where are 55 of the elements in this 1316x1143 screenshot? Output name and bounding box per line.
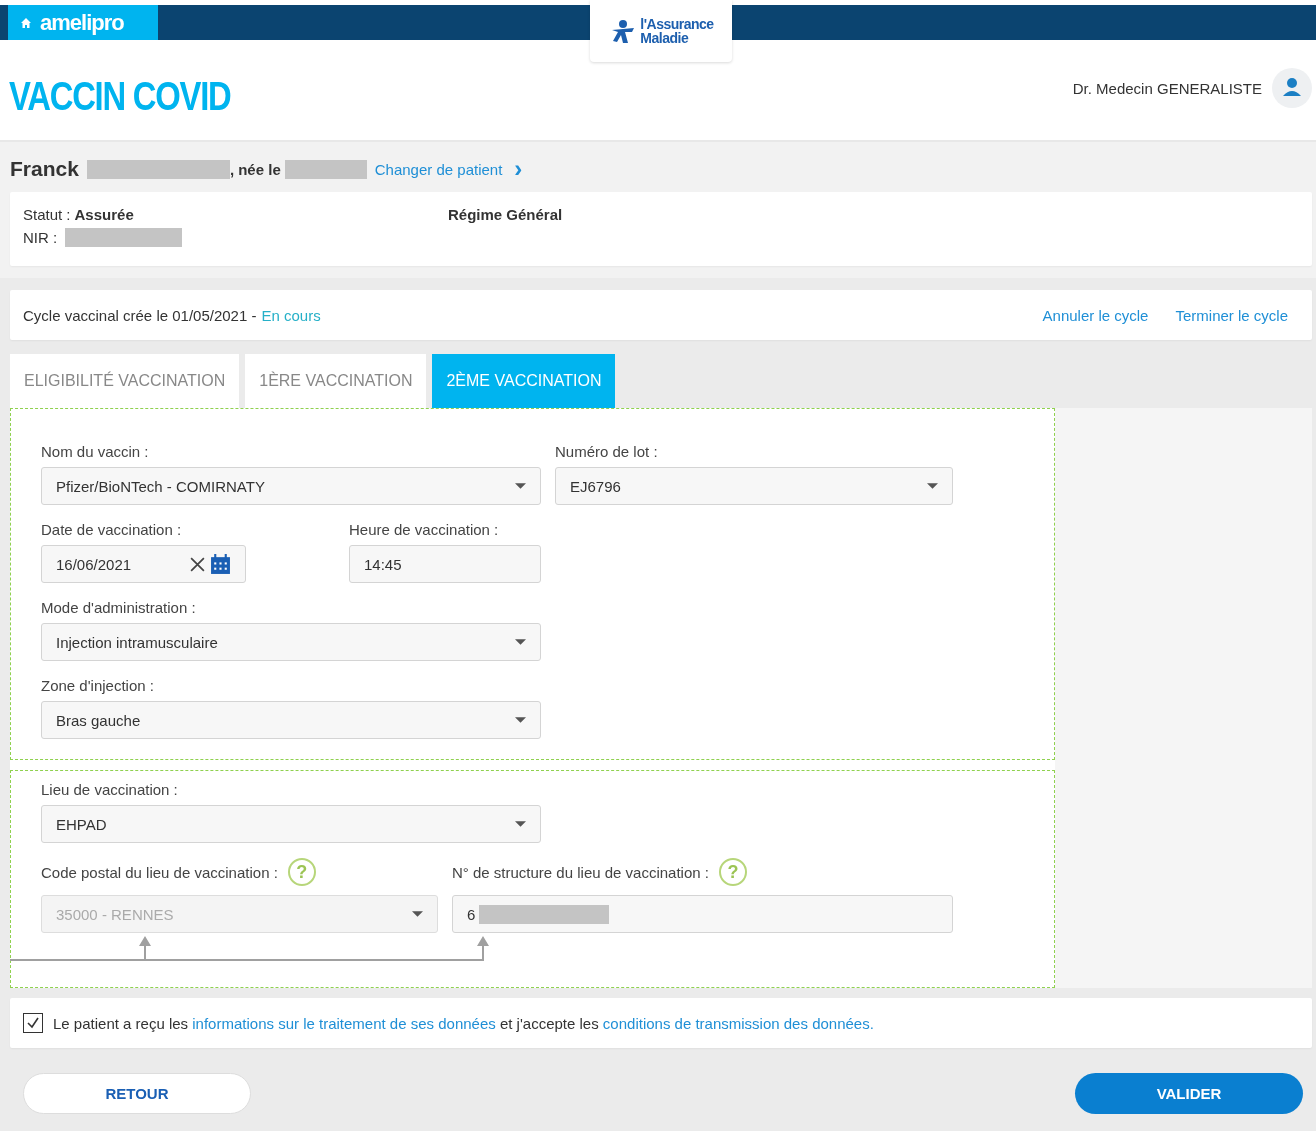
calendar-icon[interactable] bbox=[210, 553, 231, 575]
caret-icon bbox=[515, 717, 526, 723]
caret-icon bbox=[515, 821, 526, 827]
consent-text: Le patient a reçu les informations sur le traitement de ses données et j'accepte les conditions de transmission des données. bbox=[53, 1014, 874, 1032]
page-title: VACCIN COVID bbox=[9, 74, 231, 119]
input-field[interactable]: 14:45 bbox=[349, 545, 541, 583]
regime-label: Régime Général bbox=[448, 206, 563, 225]
cycle-text: Cycle vaccinal crée le 01/05/2021 - bbox=[23, 306, 257, 324]
logo-text: l'Assurance bbox=[640, 17, 714, 31]
logo-text: Maladie bbox=[640, 31, 690, 45]
dropdown[interactable]: Pfizer/BioNTech - COMIRNATY bbox=[41, 467, 541, 505]
user-name: Dr. Medecin GENERALISTE bbox=[1072, 79, 1262, 97]
change-patient-link[interactable]: Changer de patient bbox=[374, 160, 503, 178]
user-icon[interactable] bbox=[1272, 68, 1312, 108]
cycle-action-link[interactable]: Terminer le cycle bbox=[1175, 306, 1288, 324]
caret-icon bbox=[515, 483, 526, 489]
help-icon[interactable]: ? bbox=[719, 858, 747, 886]
dropdown[interactable]: EHPAD bbox=[41, 805, 541, 843]
dropdown[interactable]: Injection intramusculaire bbox=[41, 623, 541, 661]
home-icon bbox=[20, 16, 32, 29]
brand-name: amelipro bbox=[40, 9, 124, 36]
field-label: Date de vaccination : bbox=[41, 520, 182, 538]
field-label: Mode d'administration : bbox=[41, 598, 196, 616]
caret-icon bbox=[927, 483, 938, 489]
field-label: Heure de vaccination : bbox=[349, 520, 499, 538]
input-field[interactable]: 6 bbox=[452, 895, 953, 933]
submit-button[interactable]: VALIDER bbox=[1075, 1073, 1303, 1114]
tab[interactable]: 1ÈRE VACCINATION bbox=[245, 354, 427, 408]
status-value: Assurée bbox=[74, 206, 134, 223]
field-label: Lieu de vaccination : bbox=[41, 780, 178, 798]
field-label: Nom du vaccin : bbox=[41, 442, 149, 460]
birth-label: , née le bbox=[229, 160, 281, 178]
clear-icon[interactable] bbox=[189, 555, 206, 573]
caret-icon bbox=[515, 639, 526, 645]
consent-link[interactable]: conditions de transmission des données. bbox=[602, 1014, 874, 1032]
dropdown[interactable]: Bras gauche bbox=[41, 701, 541, 739]
cycle-status: En cours bbox=[261, 306, 321, 324]
date-field[interactable]: 16/06/2021 bbox=[41, 545, 246, 583]
chevron-icon: › bbox=[514, 157, 523, 181]
brand-tab[interactable]: amelipro bbox=[8, 5, 158, 40]
nir-label: NIR : bbox=[23, 229, 58, 246]
dropdown[interactable]: EJ6796 bbox=[555, 467, 953, 505]
consent-checkbox[interactable] bbox=[23, 1013, 43, 1033]
back-button[interactable]: RETOUR bbox=[23, 1073, 251, 1114]
field-label: N° de structure du lieu de vaccination : bbox=[452, 863, 709, 881]
field-label: Zone d'injection : bbox=[41, 676, 154, 694]
patient-name: Franck bbox=[10, 157, 79, 181]
tab[interactable]: ELIGIBILITÉ VACCINATION bbox=[10, 354, 240, 408]
consent-link[interactable]: informations sur le traitement de ses données bbox=[192, 1014, 496, 1032]
field-label: Numéro de lot : bbox=[555, 442, 658, 460]
tab[interactable]: 2ÈME VACCINATION bbox=[432, 354, 616, 408]
caret-icon bbox=[412, 911, 423, 917]
status-label: Statut : bbox=[23, 206, 71, 223]
field-label: Code postal du lieu de vaccination : bbox=[41, 863, 278, 881]
cycle-action-link[interactable]: Annuler le cycle bbox=[1042, 306, 1149, 324]
